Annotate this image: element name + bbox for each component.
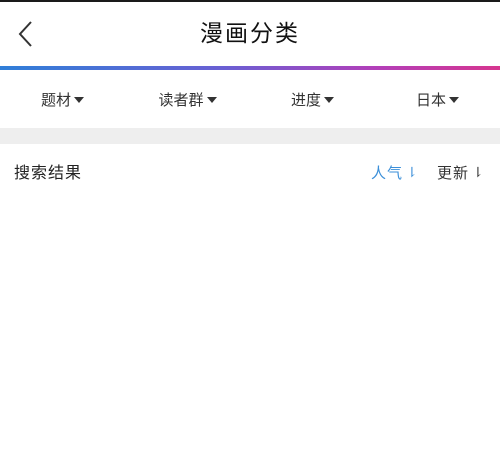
filter-genre-label: 题材 <box>40 90 71 109</box>
page-title: 漫画分类 <box>200 21 300 47</box>
sort-descending-icon: ⇂ <box>472 165 485 181</box>
sort-popular-button[interactable]: 人气 ⇂ <box>371 161 419 185</box>
app-header: 漫画分类 <box>0 2 500 66</box>
results-header: 搜索结果 人气 ⇂ 更新 ⇂ <box>0 144 500 202</box>
filter-progress[interactable]: 进度 <box>250 70 375 128</box>
filter-bar: 题材 读者群 进度 日本 <box>0 70 500 128</box>
sort-descending-icon: ⇂ <box>406 165 419 181</box>
caret-down-icon <box>74 97 84 103</box>
filter-progress-label: 进度 <box>290 90 321 109</box>
chevron-left-icon <box>18 21 32 47</box>
caret-down-icon <box>449 97 459 103</box>
filter-region-label: 日本 <box>415 90 446 109</box>
back-button[interactable] <box>6 12 46 56</box>
results-title: 搜索结果 <box>14 163 83 182</box>
sort-updated-label: 更新 <box>437 164 470 182</box>
filter-audience-label: 读者群 <box>158 90 204 109</box>
filter-region[interactable]: 日本 <box>375 70 500 128</box>
section-divider <box>0 128 500 144</box>
filter-genre[interactable]: 题材 <box>0 70 125 128</box>
filter-audience[interactable]: 读者群 <box>125 70 250 128</box>
sort-popular-label: 人气 <box>371 164 404 182</box>
caret-down-icon <box>324 97 334 103</box>
results-list <box>0 202 500 467</box>
caret-down-icon <box>206 97 217 103</box>
sort-updated-button[interactable]: 更新 ⇂ <box>437 161 485 185</box>
